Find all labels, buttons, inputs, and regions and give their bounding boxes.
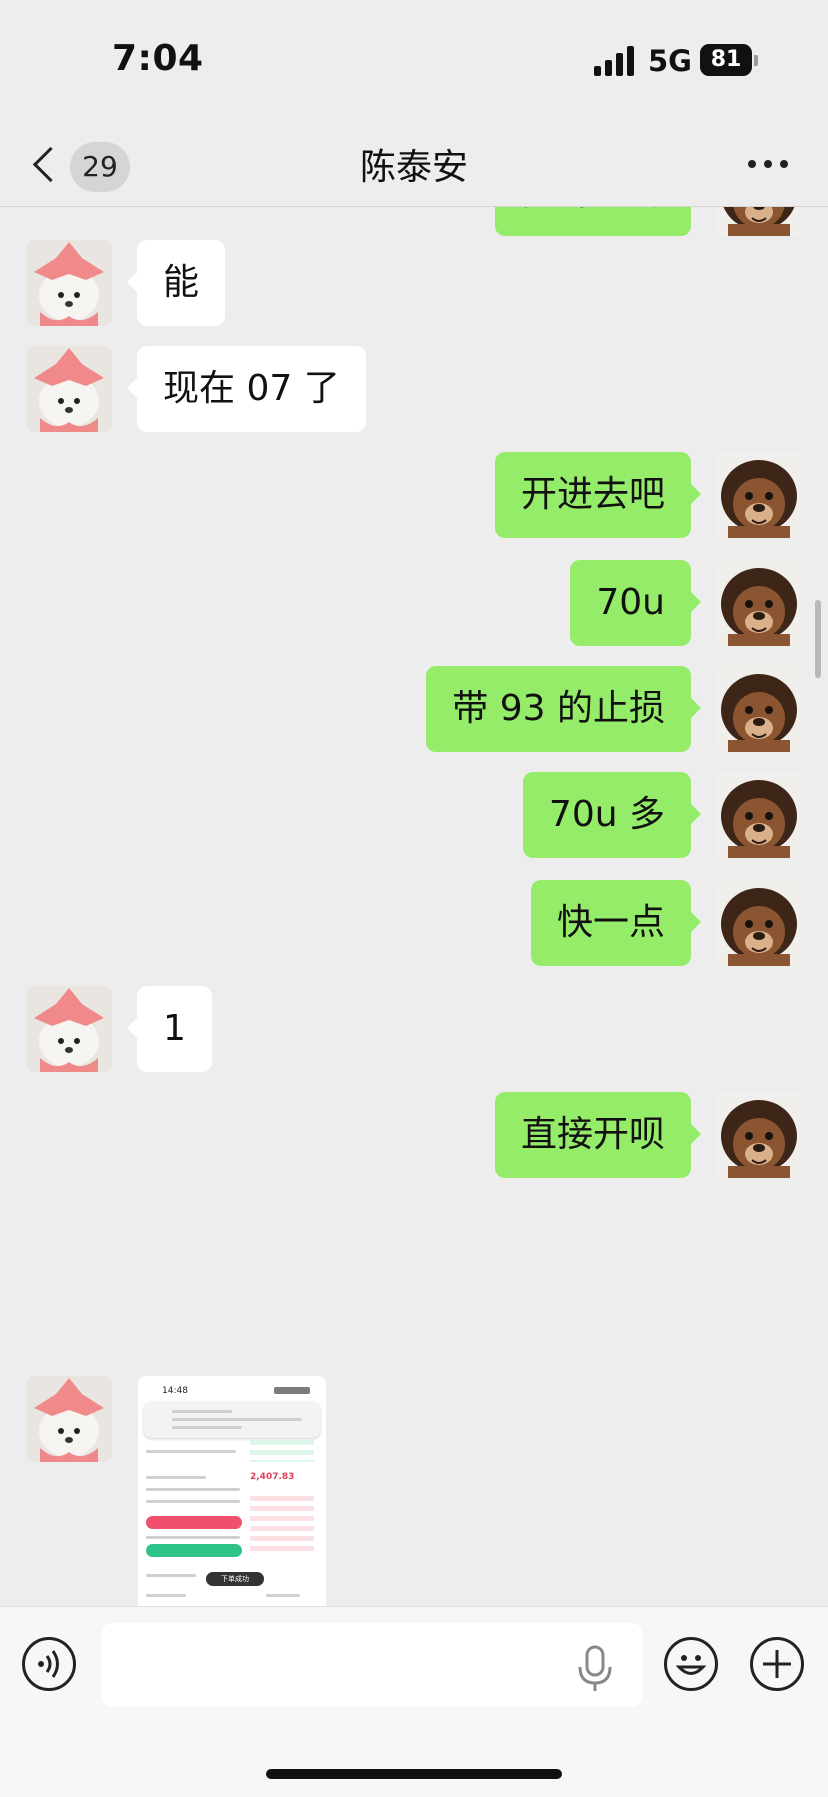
status-bar: 7:04 5G 81 — [0, 0, 828, 120]
input-bar — [0, 1606, 828, 1797]
outgoing-message-bubble[interactable]: 70u 多 — [522, 772, 702, 858]
incoming-message-bubble[interactable]: 能 — [126, 240, 226, 326]
message-input[interactable] — [102, 1623, 642, 1707]
voice-icon — [38, 1650, 59, 1678]
thumb-ask-column — [250, 1496, 314, 1556]
back-button[interactable]: 29 — [30, 142, 140, 194]
thumb-toast: 下单成功 — [206, 1572, 264, 1586]
my-avatar[interactable] — [716, 1092, 802, 1178]
outgoing-message-bubble[interactable]: 快一点 — [530, 880, 702, 966]
voice-mode-button[interactable] — [22, 1637, 76, 1691]
chat-header: 29 陈泰安 — [0, 120, 828, 207]
message-row: 70u 多 — [0, 772, 828, 858]
scroll-indicator[interactable] — [815, 600, 821, 678]
emoji-button[interactable] — [664, 1637, 718, 1691]
outgoing-message-bubble[interactable]: 带 93 的止损 — [426, 666, 701, 752]
mic-icon — [578, 1645, 612, 1691]
my-avatar[interactable] — [716, 666, 802, 752]
signal-icon — [594, 46, 636, 76]
contact-avatar[interactable] — [26, 1376, 112, 1462]
contact-avatar[interactable] — [26, 986, 112, 1072]
mic-button[interactable] — [574, 1645, 616, 1693]
back-chevron-icon — [32, 146, 69, 183]
battery-icon: 81 — [700, 44, 752, 76]
message-row: 1 — [0, 986, 828, 1072]
more-button[interactable] — [748, 154, 792, 174]
incoming-message-bubble[interactable]: 现在 07 了 — [127, 346, 366, 432]
message-list[interactable]: 能开仓吗能现在 07 了开进去吧70u带 93 的止损70u 多快一点1直接开呗… — [0, 180, 828, 1606]
outgoing-message-bubble[interactable]: 70u — [570, 560, 701, 646]
emoji-icon — [675, 1655, 707, 1675]
image-message-row — [0, 1376, 828, 1462]
message-row: 70u — [0, 560, 828, 646]
thumb-short-button — [146, 1544, 242, 1557]
incoming-message-bubble[interactable]: 1 — [127, 986, 212, 1072]
message-row: 开进去吧 — [0, 452, 828, 538]
message-row: 能 — [0, 240, 828, 326]
network-type: 5G — [648, 44, 692, 78]
message-row: 带 93 的止损 — [0, 666, 828, 752]
my-avatar[interactable] — [716, 880, 802, 966]
contact-avatar[interactable] — [26, 346, 112, 432]
message-row: 快一点 — [0, 880, 828, 966]
thumb-time: 14:48 — [162, 1386, 188, 1396]
message-row: 现在 07 了 — [0, 346, 828, 432]
message-row: 直接开呗 — [0, 1092, 828, 1178]
battery-cap — [754, 55, 758, 66]
my-avatar[interactable] — [716, 772, 802, 858]
thumb-status-icons — [274, 1387, 310, 1394]
add-button[interactable] — [750, 1637, 804, 1691]
thumb-long-button — [146, 1516, 242, 1529]
my-avatar[interactable] — [716, 560, 802, 646]
thumb-price: 2,407.83 — [250, 1472, 295, 1482]
thumb-notification — [144, 1402, 320, 1438]
home-indicator[interactable] — [266, 1769, 562, 1779]
thumb-bid-column — [250, 1440, 314, 1462]
status-time: 7:04 — [112, 38, 204, 79]
more-icon — [748, 160, 756, 168]
plus-icon — [763, 1650, 791, 1678]
unread-count-badge: 29 — [70, 142, 130, 192]
contact-avatar[interactable] — [26, 240, 112, 326]
chat-title: 陈泰安 — [359, 147, 468, 188]
outgoing-message-bubble[interactable]: 直接开呗 — [494, 1092, 702, 1178]
image-message[interactable]: 14:48 2,407.83 下单成功 — [138, 1376, 326, 1606]
outgoing-message-bubble[interactable]: 开进去吧 — [494, 452, 702, 538]
my-avatar[interactable] — [716, 452, 802, 538]
